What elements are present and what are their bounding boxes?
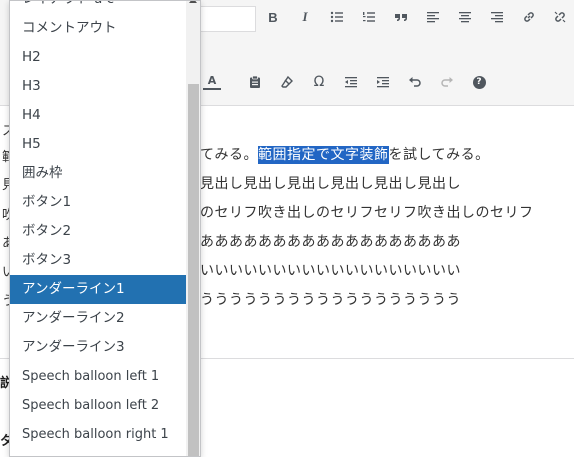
menu-item-box[interactable]: 囲み枠 [10,159,186,188]
menu-item-button-2[interactable]: ボタン2 [10,217,186,246]
redo-button[interactable] [436,71,458,93]
quote-icon [395,14,407,21]
styles-menu: レイアウト u c コメントアウト H2 H3 H4 H5 囲み枠 ボタン1 ボ… [10,1,186,449]
menu-item-underline-1[interactable]: アンダーライン1 [10,275,186,304]
remove-link-button[interactable] [549,6,571,28]
align-left-button[interactable] [422,6,444,28]
dropdown-scrollbar[interactable] [186,1,200,456]
menu-item-h3[interactable]: H3 [10,72,186,101]
outdent-button[interactable] [340,71,362,93]
outdent-icon [345,77,357,88]
menu-item-speech-balloon-left-1[interactable]: Speech balloon left 1 [10,362,186,391]
content-line: いいいいいいいいいいいいいいいいいい [200,263,461,279]
menu-item-h2[interactable]: H2 [10,43,186,72]
menu-item-speech-balloon-left-2[interactable]: Speech balloon left 2 [10,391,186,420]
unlink-icon [554,11,566,23]
menu-item-speech-balloon-right-1[interactable]: Speech balloon right 1 [10,420,186,449]
menu-item-underline-2[interactable]: アンダーライン2 [10,304,186,333]
scroll-up-arrow-icon[interactable] [189,1,197,3]
blockquote-button[interactable] [390,6,412,28]
clear-formatting-button[interactable] [276,71,298,93]
undo-icon [409,77,421,87]
special-character-button[interactable]: Ω [308,71,330,93]
insert-link-button[interactable] [518,6,540,28]
selected-text: 範囲指定で文字装飾 [258,146,389,164]
bullet-list-button[interactable] [326,6,348,28]
eraser-icon [281,75,293,88]
content-line: うううううううううううううううううう [200,292,461,308]
link-icon [524,12,534,22]
menu-item-button-3[interactable]: ボタン3 [10,246,186,275]
omega-icon: Ω [313,74,325,90]
help-button[interactable]: ? [468,71,490,93]
content-line: てみる。範囲指定で文字装飾を試してみる。 [200,144,490,164]
menu-item-h4[interactable]: H4 [10,101,186,130]
numbered-list-icon [363,12,375,22]
text-run: を試してみる。 [388,147,490,163]
text-run: てみる。 [200,147,258,163]
align-center-icon [459,12,471,23]
bullet-list-icon [330,11,343,23]
menu-item-underline-3[interactable]: アンダーライン3 [10,333,186,362]
paste-text-button[interactable] [244,71,266,93]
numbered-list-button[interactable] [358,6,380,28]
italic-button[interactable]: I [294,6,316,28]
align-center-button[interactable] [454,6,476,28]
content-line: のセリフ吹き出しのセリフセリフ吹き出しのセリフ [200,205,534,221]
scrollbar-thumb[interactable] [188,84,199,456]
styles-dropdown[interactable]: レイアウト u c コメントアウト H2 H3 H4 H5 囲み枠 ボタン1 ボ… [9,0,201,457]
align-right-icon [491,12,503,23]
menu-item-comment-out[interactable]: コメントアウト [10,14,186,43]
redo-icon [441,77,453,87]
clipboard-icon [250,75,260,88]
menu-item-h5[interactable]: H5 [10,130,186,159]
format-select-stub[interactable] [196,6,256,32]
align-right-button[interactable] [486,6,508,28]
menu-item-layout[interactable]: レイアウト u c [10,1,186,14]
text-color-button[interactable]: A [203,72,221,90]
align-left-icon [427,12,439,23]
content-line: ああああああああああああああああああ [200,234,461,250]
indent-button[interactable] [372,71,394,93]
content-line: 見出し見出し見出し見出し見出し見出し [200,176,461,192]
undo-button[interactable] [404,71,426,93]
indent-icon [377,77,389,88]
help-icon: ? [472,75,486,89]
bold-button[interactable]: B [262,6,284,28]
menu-item-button-1[interactable]: ボタン1 [10,188,186,217]
